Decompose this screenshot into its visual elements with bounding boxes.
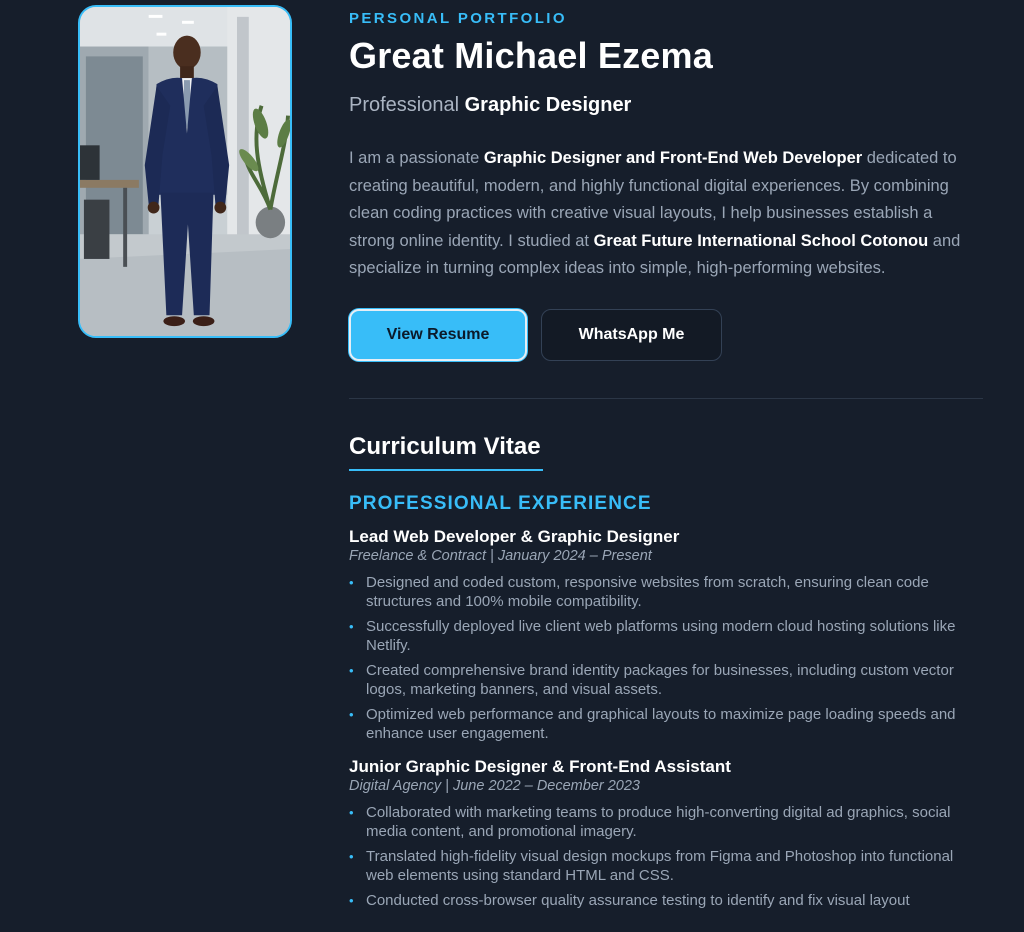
- job-bullets: Designed and coded custom, responsive we…: [349, 573, 983, 743]
- portfolio-eyebrow: PERSONAL PORTFOLIO: [349, 10, 567, 27]
- role-subtitle: Professional Graphic Designer: [349, 93, 983, 117]
- bio-highlight-school: Great Future International School Cotono…: [593, 231, 929, 250]
- profile-photo: [78, 5, 292, 338]
- list-item: Conducted cross-browser quality assuranc…: [349, 891, 983, 910]
- job-entry: Lead Web Developer & Graphic Designer Fr…: [349, 527, 983, 743]
- bio-paragraph: I am a passionate Graphic Designer and F…: [349, 145, 979, 283]
- list-item: Successfully deployed live client web pl…: [349, 617, 983, 655]
- view-resume-button[interactable]: View Resume: [349, 308, 527, 361]
- portfolio-page: PERSONAL PORTFOLIO Great Michael Ezema P…: [0, 0, 1024, 932]
- list-item: Collaborated with marketing teams to pro…: [349, 803, 983, 841]
- section-divider: [349, 397, 983, 399]
- list-item: Created comprehensive brand identity pac…: [349, 661, 983, 699]
- list-item: Designed and coded custom, responsive we…: [349, 573, 983, 611]
- job-meta: Freelance & Contract | January 2024 – Pr…: [349, 547, 652, 564]
- cta-buttons: View Resume WhatsApp Me: [349, 308, 983, 361]
- profile-photo-illustration: [80, 7, 290, 336]
- list-item: Translated high-fidelity visual design m…: [349, 847, 983, 885]
- job-title: Lead Web Developer & Graphic Designer: [349, 526, 680, 546]
- job-entry: Junior Graphic Designer & Front-End Assi…: [349, 757, 983, 910]
- job-bullets: Collaborated with marketing teams to pro…: [349, 803, 983, 910]
- role-prefix: Professional: [349, 94, 460, 116]
- profile-content: PERSONAL PORTFOLIO Great Michael Ezema P…: [349, 0, 983, 916]
- bio-text-1: I am a passionate: [349, 149, 484, 167]
- bio-highlight-role: Graphic Designer and Front-End Web Devel…: [483, 149, 863, 167]
- whatsapp-button[interactable]: WhatsApp Me: [541, 308, 722, 361]
- job-meta: Digital Agency | June 2022 – December 20…: [349, 777, 640, 794]
- role-title: Graphic Designer: [464, 94, 632, 116]
- page-title: Great Michael Ezema: [349, 35, 713, 76]
- list-item: Optimized web performance and graphical …: [349, 705, 983, 743]
- experience-heading: PROFESSIONAL EXPERIENCE: [349, 492, 652, 514]
- cv-heading: Curriculum Vitae: [349, 433, 543, 471]
- job-title: Junior Graphic Designer & Front-End Assi…: [349, 756, 731, 776]
